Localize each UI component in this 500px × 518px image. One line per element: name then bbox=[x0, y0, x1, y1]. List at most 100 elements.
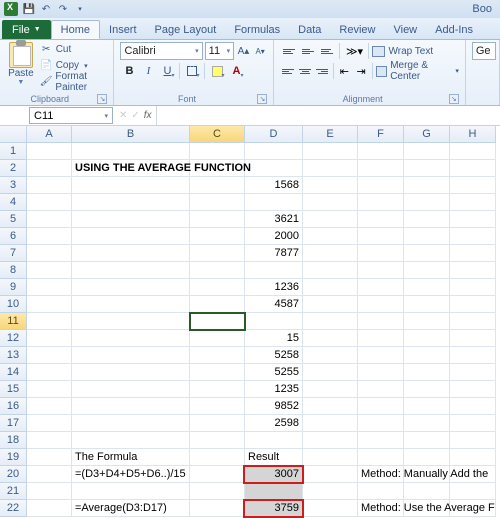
row-header[interactable]: 22 bbox=[0, 500, 27, 517]
cell[interactable] bbox=[358, 211, 404, 228]
tab-data[interactable]: Data bbox=[289, 20, 330, 39]
cancel-icon[interactable]: ✕ bbox=[119, 110, 127, 121]
font-size-combo[interactable]: 11▾ bbox=[205, 42, 234, 60]
cell[interactable] bbox=[358, 177, 404, 194]
align-top-button[interactable] bbox=[280, 43, 298, 60]
cell[interactable] bbox=[72, 313, 190, 330]
fx-icon[interactable]: fx bbox=[144, 110, 152, 121]
col-header[interactable]: G bbox=[404, 126, 450, 143]
cell[interactable]: Method: Manually Add the bbox=[358, 466, 404, 483]
cell[interactable] bbox=[404, 313, 450, 330]
cell[interactable] bbox=[72, 177, 190, 194]
cell[interactable] bbox=[27, 313, 72, 330]
cell[interactable] bbox=[358, 143, 404, 160]
cell[interactable] bbox=[72, 364, 190, 381]
row-header[interactable]: 8 bbox=[0, 262, 27, 279]
cell[interactable] bbox=[27, 160, 72, 177]
cell[interactable] bbox=[245, 432, 303, 449]
cell[interactable] bbox=[303, 398, 358, 415]
cell[interactable] bbox=[450, 194, 496, 211]
row-header[interactable]: 1 bbox=[0, 143, 27, 160]
row-header[interactable]: 17 bbox=[0, 415, 27, 432]
cell[interactable] bbox=[190, 347, 245, 364]
tab-page-layout[interactable]: Page Layout bbox=[146, 20, 226, 39]
cell[interactable] bbox=[27, 466, 72, 483]
cell[interactable] bbox=[190, 432, 245, 449]
enter-icon[interactable]: ✓ bbox=[131, 110, 139, 121]
underline-button[interactable]: U bbox=[158, 62, 176, 80]
cell[interactable] bbox=[358, 330, 404, 347]
cell[interactable] bbox=[404, 330, 450, 347]
cell[interactable] bbox=[27, 381, 72, 398]
cell[interactable] bbox=[450, 347, 496, 364]
tab-view[interactable]: View bbox=[384, 20, 426, 39]
cell[interactable] bbox=[450, 177, 496, 194]
cell[interactable] bbox=[72, 245, 190, 262]
cell[interactable] bbox=[190, 330, 245, 347]
cell[interactable] bbox=[72, 262, 190, 279]
cell[interactable]: The Formula bbox=[72, 449, 190, 466]
cell[interactable] bbox=[404, 228, 450, 245]
shrink-font-icon[interactable]: A▾ bbox=[253, 42, 268, 60]
cell[interactable] bbox=[358, 449, 404, 466]
cell[interactable] bbox=[190, 398, 245, 415]
col-header[interactable]: A bbox=[27, 126, 72, 143]
cell[interactable] bbox=[190, 466, 245, 483]
cell[interactable] bbox=[245, 262, 303, 279]
paste-button[interactable]: Paste ▼ bbox=[6, 42, 36, 89]
border-button[interactable] bbox=[183, 62, 201, 80]
cell[interactable] bbox=[404, 177, 450, 194]
tab-home[interactable]: Home bbox=[51, 20, 100, 39]
cell[interactable] bbox=[27, 143, 72, 160]
cell[interactable] bbox=[404, 211, 450, 228]
worksheet-grid[interactable]: A B C D E F G H 1 2USING THE AVERAGE FUN… bbox=[0, 126, 500, 517]
font-launcher-icon[interactable]: ↘ bbox=[257, 94, 267, 104]
cell[interactable] bbox=[27, 245, 72, 262]
cell[interactable] bbox=[72, 228, 190, 245]
merge-center-button[interactable]: Merge & Center▾ bbox=[376, 60, 459, 82]
cell[interactable] bbox=[358, 483, 404, 500]
increase-indent-button[interactable]: ⇥ bbox=[353, 63, 369, 80]
cell[interactable] bbox=[72, 381, 190, 398]
cell[interactable] bbox=[404, 449, 450, 466]
save-icon[interactable]: 💾 bbox=[22, 2, 36, 16]
cell[interactable] bbox=[450, 160, 496, 177]
cell[interactable] bbox=[358, 279, 404, 296]
col-header[interactable]: E bbox=[303, 126, 358, 143]
cell[interactable] bbox=[72, 211, 190, 228]
cell[interactable]: 3007 bbox=[245, 466, 303, 483]
cell[interactable] bbox=[450, 500, 496, 517]
cell[interactable] bbox=[72, 415, 190, 432]
cell[interactable] bbox=[27, 211, 72, 228]
cut-button[interactable]: ✂Cut bbox=[40, 42, 108, 57]
grow-font-icon[interactable]: A▴ bbox=[236, 42, 251, 60]
row-header[interactable]: 11 bbox=[0, 313, 27, 330]
cell[interactable]: 1235 bbox=[245, 381, 303, 398]
cell[interactable] bbox=[27, 449, 72, 466]
cell[interactable] bbox=[72, 279, 190, 296]
cell[interactable] bbox=[404, 381, 450, 398]
cell[interactable]: 9852 bbox=[245, 398, 303, 415]
cell[interactable] bbox=[404, 398, 450, 415]
cell[interactable] bbox=[27, 415, 72, 432]
cell[interactable] bbox=[190, 483, 245, 500]
fill-color-button[interactable] bbox=[208, 62, 226, 80]
cell[interactable]: 15 bbox=[245, 330, 303, 347]
cell[interactable] bbox=[245, 143, 303, 160]
cell[interactable]: 4587 bbox=[245, 296, 303, 313]
cell[interactable]: 3759 bbox=[245, 500, 303, 517]
cell[interactable] bbox=[404, 160, 450, 177]
redo-icon[interactable]: ↷ bbox=[56, 2, 70, 16]
cell[interactable] bbox=[303, 211, 358, 228]
cell[interactable] bbox=[27, 228, 72, 245]
cell[interactable] bbox=[404, 500, 450, 517]
cell[interactable] bbox=[358, 296, 404, 313]
cell[interactable] bbox=[404, 415, 450, 432]
cell[interactable] bbox=[358, 160, 404, 177]
cell[interactable]: 3621 bbox=[245, 211, 303, 228]
cell[interactable] bbox=[27, 432, 72, 449]
row-header[interactable]: 16 bbox=[0, 398, 27, 415]
wrap-text-button[interactable]: Wrap Text bbox=[372, 46, 433, 57]
cell[interactable] bbox=[404, 483, 450, 500]
number-format-combo[interactable]: Ge bbox=[472, 42, 496, 60]
